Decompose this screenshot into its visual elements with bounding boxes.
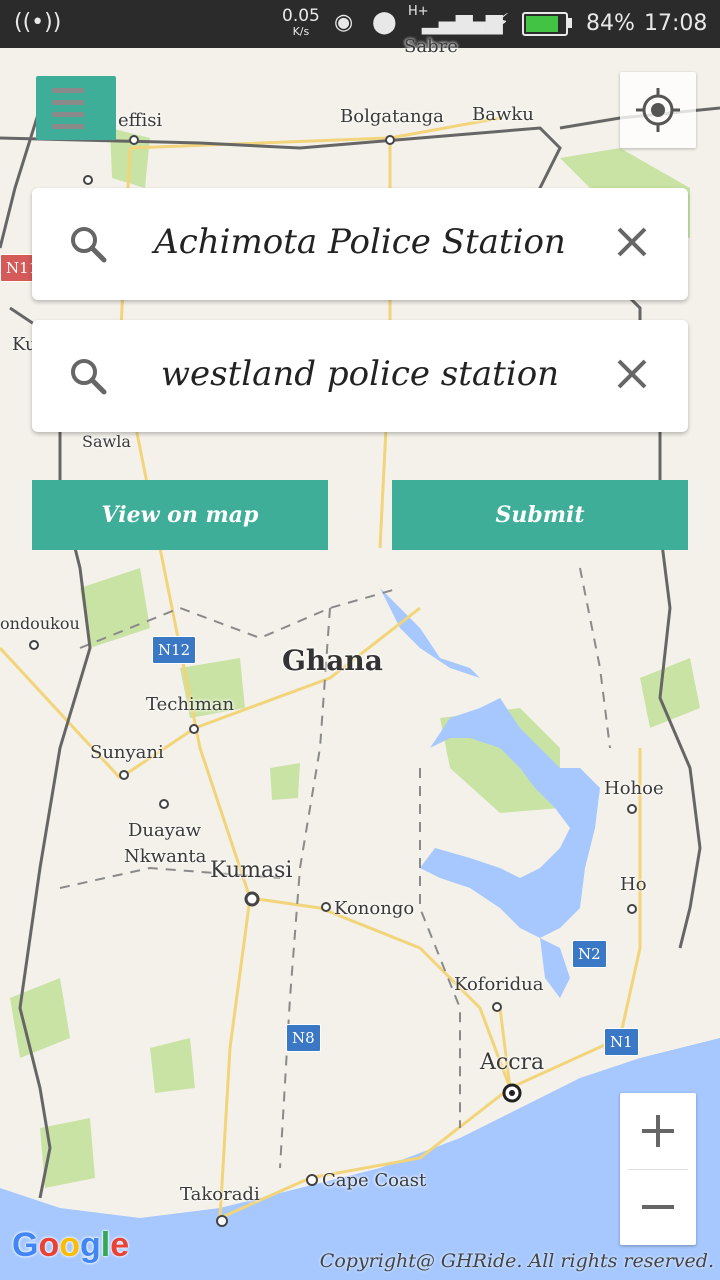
- battery-fill: [526, 16, 558, 32]
- google-logo-letter: l: [100, 1226, 111, 1264]
- place-label: Sawla: [82, 432, 131, 451]
- place-label: Duayaw: [128, 820, 202, 841]
- origin-search-card: Achimota Police Station: [32, 188, 688, 300]
- wifi-icon: ◉: [334, 10, 354, 35]
- hamburger-icon-bar: [52, 112, 84, 117]
- battery-cap: [568, 18, 572, 28]
- place-label: ondoukou: [0, 614, 80, 633]
- plus-icon: [642, 1115, 674, 1147]
- place-label: Bawku: [472, 104, 534, 125]
- submit-button[interactable]: Submit: [392, 480, 688, 550]
- road-shield: N1: [604, 1028, 639, 1056]
- zoom-out-button[interactable]: [620, 1169, 696, 1245]
- clear-destination-icon[interactable]: [616, 358, 648, 390]
- place-label: Nkwanta: [124, 846, 207, 867]
- place-label: Konongo: [334, 898, 415, 919]
- place-label: Cape Coast: [322, 1170, 427, 1191]
- road-shield: N8: [286, 1024, 321, 1052]
- google-logo-letter: e: [110, 1226, 130, 1264]
- google-logo-letter: o: [38, 1226, 60, 1264]
- place-label: Ho: [620, 874, 647, 895]
- place-label: Sunyani: [90, 742, 164, 763]
- road-shield: N12: [152, 636, 197, 664]
- place-label: Kumasi: [210, 858, 293, 883]
- hamburger-icon-bar: [52, 88, 84, 93]
- status-bar: ((•)) 0.05 K/s ◉ ⬤ H+ ▂▄▆ ▂▄▆ ⚡ 84% 17:0…: [0, 0, 720, 48]
- location-icon: ⬤: [372, 10, 397, 35]
- net-speed-unit: K/s: [292, 25, 310, 38]
- menu-button[interactable]: [36, 76, 116, 140]
- road-shield: N2: [572, 940, 607, 968]
- place-label: Hohoe: [604, 778, 664, 799]
- google-logo: Google: [12, 1226, 129, 1265]
- destination-input[interactable]: westland police station: [32, 354, 688, 394]
- place-label: Koforidua: [454, 974, 544, 995]
- origin-input[interactable]: Achimota Police Station: [32, 222, 688, 262]
- clock: 17:08: [644, 11, 708, 36]
- place-label: Sabre: [404, 36, 458, 57]
- net-speed-value: 0.05: [282, 6, 320, 26]
- minus-icon: [642, 1205, 674, 1209]
- google-logo-letter: g: [80, 1226, 101, 1264]
- clear-origin-icon[interactable]: [616, 226, 648, 258]
- zoom-control: [620, 1093, 696, 1245]
- battery-icon: [522, 12, 568, 36]
- place-label: Accra: [480, 1050, 545, 1075]
- my-location-button[interactable]: [620, 72, 696, 148]
- copyright-text: Copyright@ GHRide. All rights reserved.: [319, 1250, 714, 1272]
- network-speed: 0.05 K/s: [282, 8, 320, 40]
- google-logo-letter: o: [59, 1226, 81, 1264]
- hamburger-icon-bar: [52, 100, 84, 105]
- place-label: Bolgatanga: [340, 106, 444, 127]
- zoom-in-button[interactable]: [620, 1093, 696, 1169]
- hamburger-icon-bar: [52, 124, 84, 129]
- charging-icon: ⚡: [494, 10, 510, 35]
- google-logo-letter: G: [12, 1226, 39, 1264]
- battery-percent: 84%: [586, 11, 635, 36]
- view-on-map-button[interactable]: View on map: [32, 480, 328, 550]
- destination-search-card: westland police station: [32, 320, 688, 432]
- hotspot-icon: ((•)): [14, 10, 62, 35]
- place-label: Takoradi: [180, 1184, 260, 1205]
- crosshair-icon: [636, 88, 680, 132]
- country-label: Ghana: [282, 644, 383, 677]
- place-label: effisi: [118, 110, 163, 131]
- place-label: Techiman: [146, 694, 235, 715]
